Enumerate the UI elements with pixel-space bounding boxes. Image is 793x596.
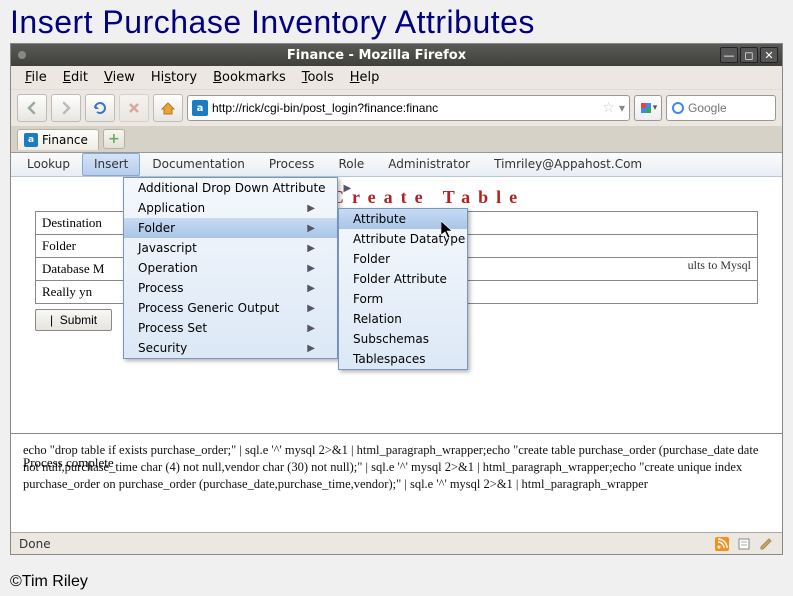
feed-icon[interactable] [714, 536, 730, 552]
chevron-right-icon: ▶ [307, 343, 315, 354]
submenu-item[interactable]: Subschemas [339, 329, 467, 349]
browser-toolbar: a ☆ ▾ ▾ [11, 89, 782, 126]
url-input[interactable] [212, 101, 598, 115]
reload-button[interactable] [85, 94, 115, 122]
search-box[interactable] [666, 95, 776, 121]
maximize-button[interactable]: ◻ [740, 47, 758, 63]
minimize-button[interactable]: — [720, 47, 738, 63]
chevron-right-icon: ▶ [307, 243, 315, 254]
appmenu-role[interactable]: Role [326, 153, 376, 176]
chevron-right-icon: ▶ [344, 183, 352, 194]
submenu-item[interactable]: Relation [339, 309, 467, 329]
chevron-right-icon: ▶ [307, 303, 315, 314]
slide-title: Insert Purchase Inventory Attributes [0, 0, 793, 43]
appmenu-process[interactable]: Process [257, 153, 327, 176]
browser-menubar: File Edit View History Bookmarks Tools H… [11, 66, 782, 89]
submenu-item[interactable]: Security▶ [124, 338, 337, 358]
search-input[interactable] [688, 101, 758, 115]
submenu-item[interactable]: Attribute Datatype [339, 229, 467, 249]
appmenu-documentation[interactable]: Documentation [140, 153, 257, 176]
chevron-right-icon: ▶ [307, 203, 315, 214]
go-button[interactable]: ▾ [634, 95, 662, 121]
appmenu-administrator[interactable]: Administrator [376, 153, 482, 176]
appmenu-insert[interactable]: Insert [82, 153, 140, 176]
status-bar: Done [11, 532, 782, 554]
submenu-item[interactable]: Tablespaces [339, 349, 467, 369]
insert-submenu: Additional Drop Down Attribute▶ Applicat… [123, 177, 338, 359]
chevron-right-icon: ▶ [307, 223, 315, 234]
chevron-right-icon: ▶ [307, 263, 315, 274]
status-text: Done [19, 537, 51, 551]
menu-edit[interactable]: Edit [57, 68, 94, 87]
window-menu-icon[interactable] [11, 50, 33, 60]
google-icon [671, 101, 685, 115]
submenu-item-folder[interactable]: Folder▶ [124, 218, 337, 238]
notes-icon[interactable] [736, 536, 752, 552]
menu-tools[interactable]: Tools [296, 68, 340, 87]
url-bar[interactable]: a ☆ ▾ [187, 95, 630, 121]
submenu-item[interactable]: Folder Attribute [339, 269, 467, 289]
menu-history[interactable]: History [145, 68, 203, 87]
appmenu-lookup[interactable]: Lookup [15, 153, 82, 176]
tab-label: Finance [42, 133, 88, 147]
submit-button[interactable]: | Submit [35, 309, 112, 331]
submenu-item[interactable]: Process Set▶ [124, 318, 337, 338]
bookmark-star-icon[interactable]: ☆ [602, 100, 615, 116]
command-output: echo "drop table if exists purchase_orde… [11, 433, 782, 497]
submenu-item[interactable]: Additional Drop Down Attribute▶ [124, 178, 337, 198]
browser-window: Finance - Mozilla Firefox — ◻ ✕ File Edi… [10, 43, 783, 555]
appmenu-user[interactable]: Timriley@Appahost.Com [482, 153, 654, 176]
chevron-right-icon: ▶ [307, 283, 315, 294]
tab-favicon-icon: a [24, 133, 38, 147]
page-content: Lookup Insert Documentation Process Role… [11, 152, 782, 532]
submenu-item[interactable]: Folder [339, 249, 467, 269]
submenu-item-attribute[interactable]: Attribute [339, 209, 467, 229]
pencil-icon[interactable] [758, 536, 774, 552]
submenu-item[interactable]: Form [339, 289, 467, 309]
window-title: Finance - Mozilla Firefox [33, 48, 720, 63]
submenu-item[interactable]: Process Generic Output▶ [124, 298, 337, 318]
submenu-item[interactable]: Operation▶ [124, 258, 337, 278]
menu-help[interactable]: Help [344, 68, 386, 87]
tab-strip: a Finance + [11, 126, 782, 152]
process-complete: Process complete [11, 451, 126, 479]
copyright: ©Tim Riley [0, 555, 793, 595]
app-menubar: Lookup Insert Documentation Process Role… [11, 153, 782, 177]
home-button[interactable] [153, 94, 183, 122]
submenu-item[interactable]: Javascript▶ [124, 238, 337, 258]
back-button[interactable] [17, 94, 47, 122]
submenu-item[interactable]: Process▶ [124, 278, 337, 298]
submenu-item[interactable]: Application▶ [124, 198, 337, 218]
menu-file[interactable]: File [19, 68, 53, 87]
close-button[interactable]: ✕ [760, 47, 778, 63]
favicon-icon: a [192, 100, 208, 116]
tab-finance[interactable]: a Finance [17, 129, 99, 150]
forward-button[interactable] [51, 94, 81, 122]
new-tab-button[interactable]: + [103, 129, 125, 149]
chevron-right-icon: ▶ [307, 323, 315, 334]
titlebar: Finance - Mozilla Firefox — ◻ ✕ [11, 44, 782, 66]
stop-button[interactable] [119, 94, 149, 122]
menu-bookmarks[interactable]: Bookmarks [207, 68, 292, 87]
menu-view[interactable]: View [98, 68, 141, 87]
url-dropdown-icon[interactable]: ▾ [619, 101, 625, 115]
folder-submenu: Attribute Attribute Datatype Folder Fold… [338, 208, 468, 370]
